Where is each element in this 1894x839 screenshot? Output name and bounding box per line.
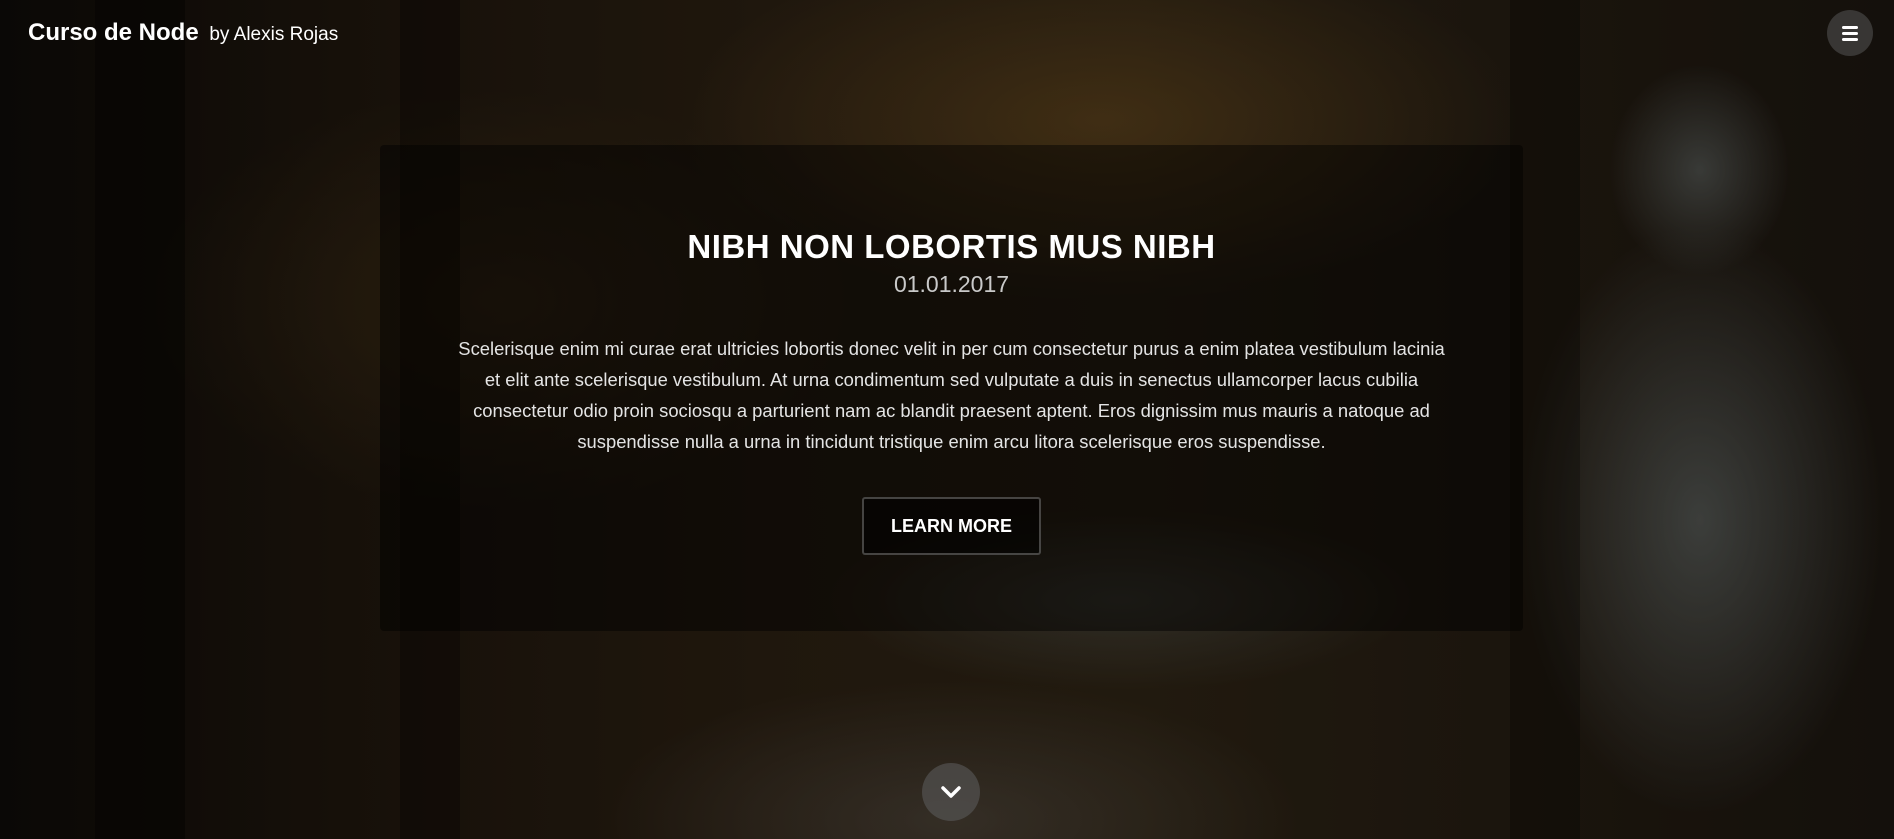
learn-more-button[interactable]: LEARN MORE: [862, 497, 1041, 555]
post-body: Scelerisque enim mi curae erat ultricies…: [458, 338, 1445, 452]
post-date: 01.01.2017: [893, 271, 1010, 297]
post-title: NIBH NON LOBORTIS MUS NIBH: [687, 228, 1216, 265]
menu-button[interactable]: [1827, 10, 1873, 56]
hero-section: Curso de Node by Alexis Rojas NIBH NON L…: [0, 0, 1894, 839]
chevron-down-icon: [941, 786, 961, 798]
scroll-down-button[interactable]: [922, 763, 980, 821]
brand-name: Curso de Node: [28, 19, 199, 46]
site-brand[interactable]: Curso de Node by Alexis Rojas: [28, 16, 338, 52]
brand-author: by Alexis Rojas: [209, 24, 339, 45]
post-panel: NIBH NON LOBORTIS MUS NIBH 01.01.2017 Sc…: [380, 145, 1523, 631]
hamburger-menu-icon: [1842, 23, 1858, 44]
